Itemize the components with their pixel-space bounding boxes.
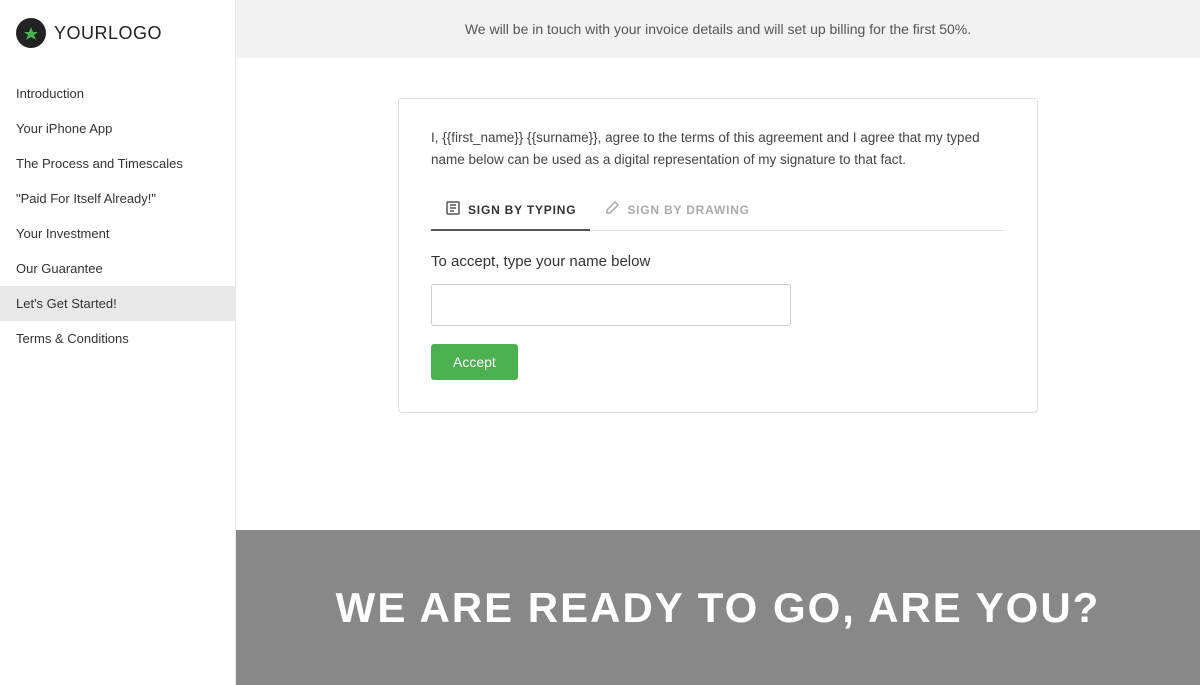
sign-tabs: SIGN BY TYPING SIGN BY DRAWING [431,192,1005,231]
type-name-label: To accept, type your name below [431,253,1005,270]
sidebar-item-terms[interactable]: Terms & Conditions [0,321,235,356]
main-content: We will be in touch with your invoice de… [236,0,1200,685]
tab-sign-by-typing-label: SIGN BY TYPING [468,203,576,217]
footer-banner: WE ARE READY TO GO, ARE YOU? [236,530,1200,685]
sidebar-item-guarantee[interactable]: Our Guarantee [0,251,235,286]
sidebar: YOURLOGO Introduction Your iPhone App Th… [0,0,236,685]
sidebar-item-get-started[interactable]: Let's Get Started! [0,286,235,321]
sidebar-item-paid[interactable]: "Paid For Itself Already!" [0,181,235,216]
name-input[interactable] [431,284,791,326]
footer-text: WE ARE READY TO GO, ARE YOU? [336,584,1101,632]
book-icon [445,200,461,219]
logo-icon [16,18,46,48]
pencil-icon [604,200,620,219]
accept-button[interactable]: Accept [431,344,518,380]
sidebar-item-process[interactable]: The Process and Timescales [0,146,235,181]
content-area: I, {{first_name}} {{surname}}, agree to … [236,58,1200,530]
sidebar-navigation: Introduction Your iPhone App The Process… [0,76,235,356]
agreement-text: I, {{first_name}} {{surname}}, agree to … [431,127,1005,170]
signature-card: I, {{first_name}} {{surname}}, agree to … [398,98,1038,413]
top-banner: We will be in touch with your invoice de… [236,0,1200,58]
sidebar-item-investment[interactable]: Your Investment [0,216,235,251]
tab-sign-by-typing[interactable]: SIGN BY TYPING [431,192,590,231]
type-name-section: To accept, type your name below Accept [431,253,1005,380]
sidebar-item-introduction[interactable]: Introduction [0,76,235,111]
logo-area: YOURLOGO [0,0,235,68]
logo-text: YOURLOGO [54,23,162,44]
tab-sign-by-drawing[interactable]: SIGN BY DRAWING [590,192,763,231]
sidebar-item-iphone-app[interactable]: Your iPhone App [0,111,235,146]
tab-sign-by-drawing-label: SIGN BY DRAWING [627,203,749,217]
top-banner-text: We will be in touch with your invoice de… [465,21,971,37]
